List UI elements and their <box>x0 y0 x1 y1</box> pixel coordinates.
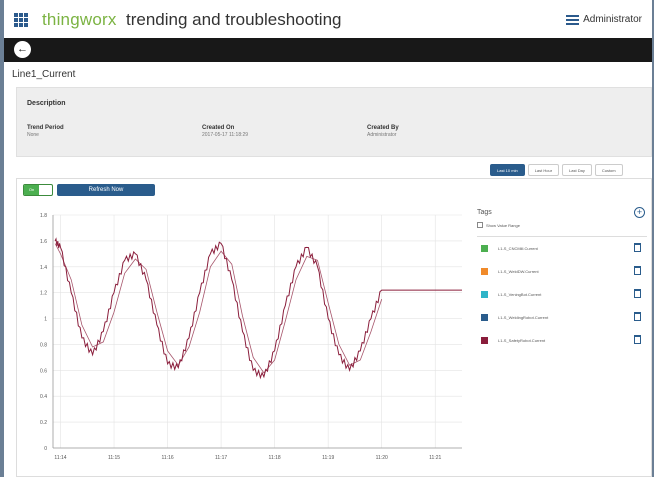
tag-color-swatch <box>481 337 488 344</box>
tag-color-swatch <box>481 291 488 298</box>
tag-row[interactable]: L1-S_WeldDW.Current <box>477 260 647 283</box>
series-line-smoothed <box>54 243 383 374</box>
field-label: Trend Period <box>27 125 64 131</box>
app-frame: thingworx trending and troubleshooting A… <box>4 0 652 477</box>
brand-logo: thingworx <box>42 10 117 29</box>
field-value: Administrator <box>367 132 397 138</box>
top-bar: thingworx trending and troubleshooting A… <box>4 0 652 40</box>
range-last-10-min-button[interactable]: Last 10 min <box>490 164 525 176</box>
auto-refresh-toggle[interactable]: On <box>23 184 53 196</box>
x-tick-label: 11:19 <box>322 455 334 461</box>
x-tick-label: 11:15 <box>108 455 120 461</box>
y-tick-label: 1.4 <box>40 265 47 271</box>
x-tick-label: 11:20 <box>376 455 388 461</box>
y-tick-label: 0 <box>44 446 47 452</box>
tag-row[interactable]: L1-S_SafetyRobot.Current <box>477 329 647 352</box>
user-menu[interactable]: Administrator <box>566 14 642 25</box>
tag-name: L1-S_WeldingRobot.Current <box>498 315 549 320</box>
nav-bar: ← <box>4 38 652 62</box>
user-name: Administrator <box>583 14 642 25</box>
tags-heading: Tags <box>477 209 492 216</box>
add-tag-icon[interactable]: + <box>634 207 645 218</box>
y-tick-label: 1 <box>44 317 47 323</box>
tag-row[interactable]: L1-S_CNCMill.Current <box>477 237 647 260</box>
delete-tag-icon[interactable] <box>634 266 641 275</box>
y-tick-label: 1.2 <box>40 291 47 297</box>
tag-name: L1-S_SafetyRobot.Current <box>498 338 546 343</box>
tag-name: L1-S_VeningBot.Current <box>498 292 542 297</box>
field-created-by: Created By Administrator <box>367 125 399 138</box>
app-title: trending and troubleshooting <box>126 10 342 29</box>
tag-name: L1-S_CNCMill.Current <box>498 246 538 251</box>
delete-tag-icon[interactable] <box>634 243 641 252</box>
field-value: 2017-05-17 11:18:29 <box>202 132 249 138</box>
y-tick-label: 0.2 <box>40 420 47 426</box>
page-title: Line1_Current <box>12 69 76 80</box>
x-tick-label: 11:18 <box>269 455 281 461</box>
tag-color-swatch <box>481 245 488 252</box>
y-tick-label: 0.6 <box>40 368 47 374</box>
description-panel: Description Trend Period None Created On… <box>16 87 652 157</box>
delete-tag-icon[interactable] <box>634 289 641 298</box>
trend-panel: On Refresh Now 0 0.2 0.4 0.6 0.8 1 1.2 1.4 1.6 1.… <box>16 178 652 477</box>
trend-chart: 0 0.2 0.4 0.6 0.8 1 1.2 1.4 1.6 1.8 11:14 11:15 11:1… <box>40 213 462 461</box>
x-tick-label: 11:17 <box>215 455 227 461</box>
field-value: None <box>27 132 39 138</box>
field-label: Created By <box>367 125 399 131</box>
field-label: Created On <box>202 125 235 131</box>
field-trend-period: Trend Period None <box>27 125 64 138</box>
app-grid-icon[interactable] <box>14 13 28 27</box>
description-heading: Description <box>27 100 66 107</box>
show-value-range[interactable]: Show Value Range <box>477 222 647 228</box>
hamburger-icon[interactable] <box>566 14 580 25</box>
show-value-range-checkbox[interactable] <box>477 222 483 228</box>
refresh-now-button[interactable]: Refresh Now <box>57 184 155 196</box>
tag-row[interactable]: L1-S_WeldingRobot.Current <box>477 306 647 329</box>
toggle-on-label: On <box>24 185 39 195</box>
range-custom-button[interactable]: Custom <box>594 164 623 176</box>
range-last-hour-button[interactable]: Last Hour <box>527 164 560 176</box>
x-tick-label: 11:16 <box>161 455 173 461</box>
delete-tag-icon[interactable] <box>634 312 641 321</box>
tag-name: L1-S_WeldDW.Current <box>498 269 539 274</box>
tags-panel: Tags + Show Value Range L1-S_CNCMill.Cur… <box>477 207 647 352</box>
y-tick-label: 1.8 <box>40 213 47 219</box>
time-range-buttons: Last 10 min Last Hour Last Day Custom <box>487 164 623 176</box>
tag-list: L1-S_CNCMill.Current L1-S_WeldDW.Current L… <box>477 237 647 352</box>
series-line-current <box>54 237 462 380</box>
x-tick-label: 11:21 <box>429 455 441 461</box>
show-value-range-label: Show Value Range <box>486 222 520 228</box>
range-last-day-button[interactable]: Last Day <box>562 164 592 176</box>
delete-tag-icon[interactable] <box>634 335 641 344</box>
y-tick-label: 0.8 <box>40 342 47 348</box>
tag-color-swatch <box>481 268 488 275</box>
field-created-on: Created On 2017-05-17 11:18:29 <box>202 125 248 138</box>
y-tick-label: 1.6 <box>40 239 47 245</box>
y-tick-label: 0.4 <box>40 394 47 400</box>
x-tick-label: 11:14 <box>54 455 66 461</box>
back-arrow-icon[interactable]: ← <box>14 41 31 58</box>
tag-color-swatch <box>481 314 488 321</box>
tag-row[interactable]: L1-S_VeningBot.Current <box>477 283 647 306</box>
